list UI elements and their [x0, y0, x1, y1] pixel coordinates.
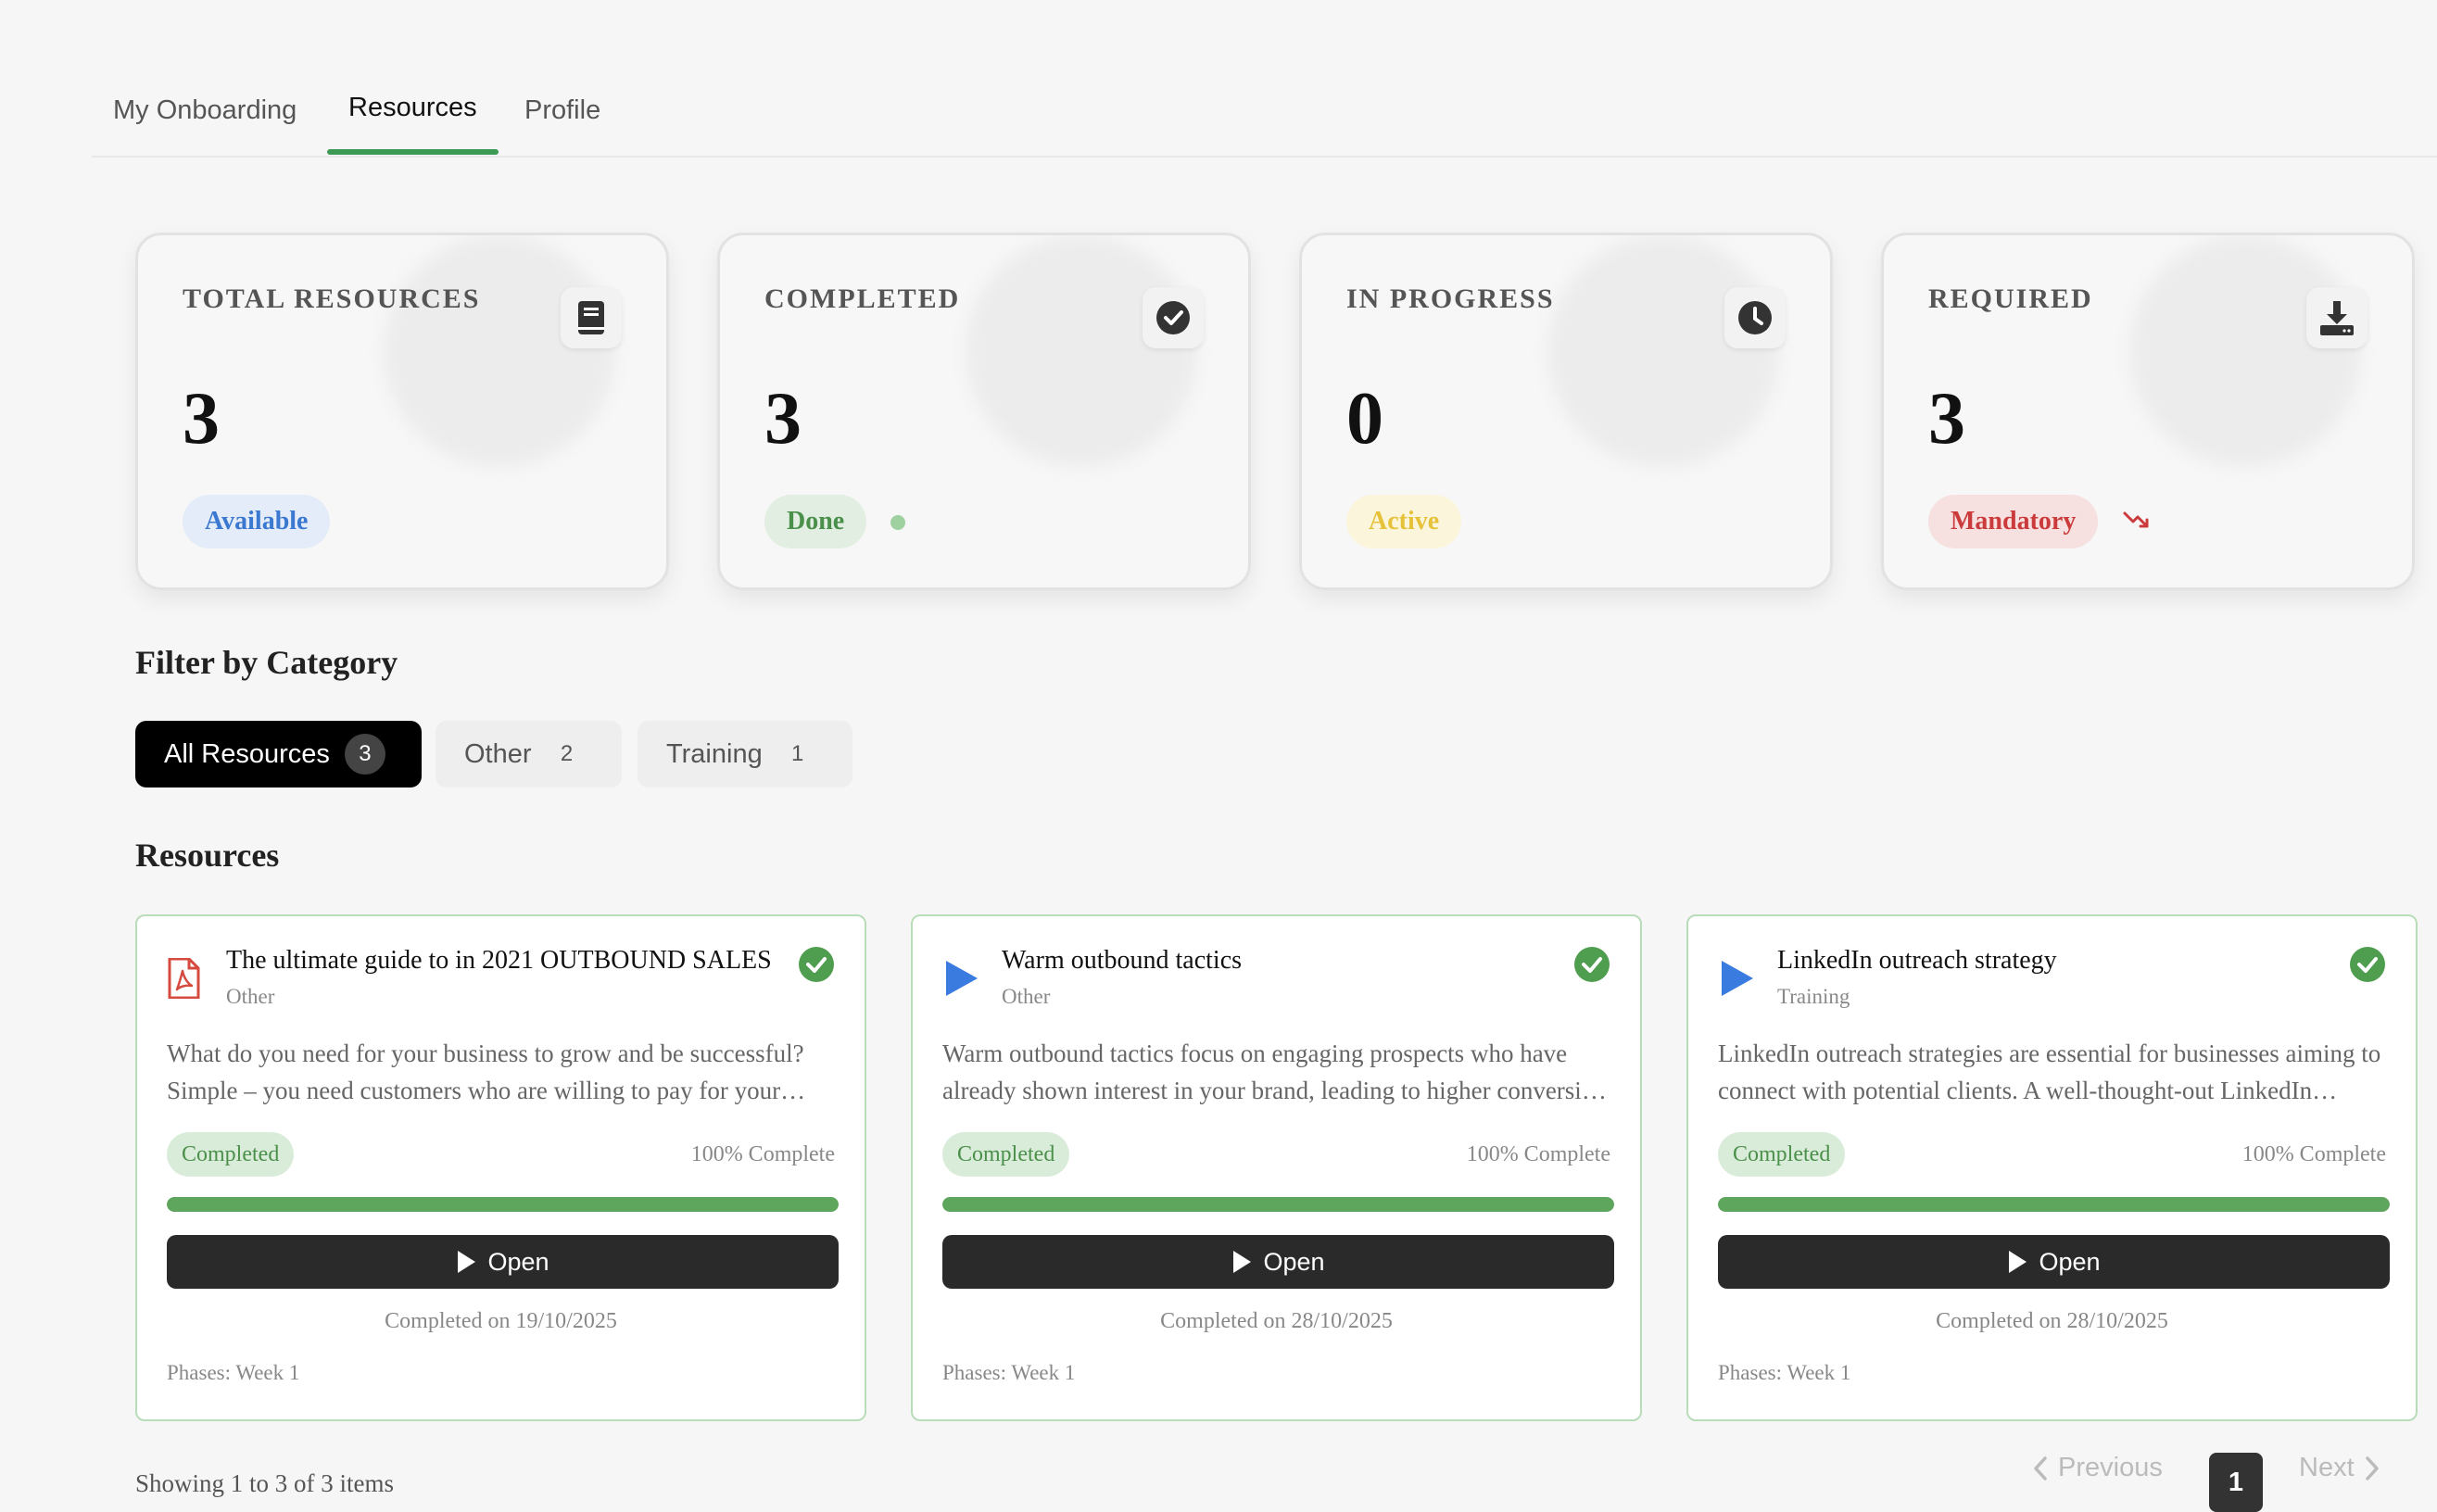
resource-phases: Phases: Week 1: [1718, 1361, 1851, 1384]
check-circle-icon: [2349, 946, 2386, 983]
check-circle-icon: [798, 946, 835, 983]
download-icon: [2306, 287, 2368, 348]
resource-phases: Phases: Week 1: [167, 1361, 300, 1384]
resource-card: The ultimate guide to in 2021 OUTBOUND S…: [135, 914, 866, 1421]
resource-description: LinkedIn outreach strategies are essenti…: [1718, 1040, 2381, 1104]
tab-bar: My Onboarding Resources Profile: [92, 82, 2437, 158]
stat-value: 3: [1928, 378, 1965, 460]
open-label: Open: [1263, 1247, 1325, 1276]
chip-count: 3: [344, 734, 385, 775]
progress-bar: [942, 1197, 1614, 1212]
chevron-right-icon: [2365, 1455, 2379, 1480]
chip-label: Training: [666, 738, 763, 769]
resource-category: Other: [1002, 985, 1051, 1008]
chip-label: All Resources: [164, 738, 330, 769]
progress-fill: [942, 1197, 1614, 1212]
pagination-summary: Showing 1 to 3 of 3 items: [135, 1469, 395, 1497]
clock-icon: [1724, 287, 1786, 348]
pdf-icon: [167, 957, 204, 1000]
chip-label: Other: [464, 738, 532, 769]
progress-fill: [167, 1197, 839, 1212]
status-badge: Completed: [167, 1132, 295, 1177]
book-icon: [561, 287, 622, 348]
status-dot-icon: [890, 515, 905, 530]
status-badge: Active: [1346, 495, 1462, 548]
tab-resources[interactable]: Resources: [327, 79, 499, 155]
chip-count: 1: [791, 741, 804, 766]
progress-fill: [1718, 1197, 2390, 1212]
status-badge: Completed: [942, 1132, 1070, 1177]
decorative-circle: [2129, 235, 2361, 467]
play-icon: [1233, 1251, 1252, 1273]
status-badge: Completed: [1718, 1132, 1846, 1177]
completed-date: Completed on 28/10/2025: [1936, 1309, 2168, 1333]
check-circle-icon: [1143, 287, 1204, 348]
decorative-circle: [384, 235, 615, 467]
chip-count: 2: [560, 741, 574, 766]
check-circle-icon: [1573, 946, 1610, 983]
stat-value: 3: [183, 378, 220, 460]
resource-category: Other: [226, 985, 275, 1008]
next-button[interactable]: Next: [2299, 1453, 2380, 1483]
video-play-icon: [942, 958, 979, 999]
open-button[interactable]: Open: [1718, 1235, 2390, 1289]
resource-title: The ultimate guide to in 2021 OUTBOUND S…: [226, 946, 772, 975]
resources-heading: Resources: [135, 837, 280, 874]
progress-label: 100% Complete: [690, 1142, 835, 1166]
video-play-icon: [1718, 958, 1755, 999]
status-badge: Available: [183, 495, 331, 548]
resource-description: What do you need for your business to gr…: [167, 1040, 804, 1104]
open-button[interactable]: Open: [167, 1235, 839, 1289]
open-label: Open: [487, 1247, 549, 1276]
resource-phases: Phases: Week 1: [942, 1361, 1076, 1384]
filter-chip-other[interactable]: Other 2: [436, 721, 622, 788]
decorative-circle: [1547, 235, 1779, 467]
stat-card-completed: COMPLETED 3 Done: [717, 233, 1251, 590]
filter-chip-training[interactable]: Training 1: [638, 721, 852, 788]
decorative-circle: [966, 235, 1197, 467]
resource-description: Warm outbound tactics focus on engaging …: [942, 1040, 1607, 1104]
play-icon: [458, 1251, 476, 1273]
stat-label: COMPLETED: [764, 284, 961, 314]
status-badge: Mandatory: [1928, 495, 2099, 548]
stat-label: IN PROGRESS: [1346, 284, 1555, 314]
completed-date: Completed on 19/10/2025: [385, 1309, 617, 1333]
resource-title: LinkedIn outreach strategy: [1777, 946, 2057, 975]
resource-card: Warm outbound tactics Other Warm outboun…: [911, 914, 1642, 1421]
chevron-left-icon: [2034, 1455, 2047, 1480]
status-badge: Done: [764, 495, 867, 548]
tab-my-onboarding[interactable]: My Onboarding: [113, 82, 297, 156]
stat-value: 3: [764, 378, 802, 460]
previous-label: Previous: [2058, 1453, 2163, 1482]
filter-chip-all-resources[interactable]: All Resources 3: [135, 721, 422, 788]
tab-profile[interactable]: Profile: [524, 82, 600, 156]
completed-date: Completed on 28/10/2025: [1160, 1309, 1393, 1333]
filter-heading: Filter by Category: [135, 644, 398, 681]
resource-card: LinkedIn outreach strategy Training Link…: [1686, 914, 2418, 1421]
next-label: Next: [2299, 1453, 2355, 1482]
stat-label: TOTAL RESOURCES: [183, 284, 481, 314]
previous-button[interactable]: Previous: [2032, 1453, 2163, 1483]
open-label: Open: [2039, 1247, 2101, 1276]
open-button[interactable]: Open: [942, 1235, 1614, 1289]
progress-label: 100% Complete: [1466, 1142, 1610, 1166]
stat-card-in-progress: IN PROGRESS 0 Active: [1299, 233, 1833, 590]
resource-category: Training: [1777, 985, 1850, 1008]
page-number-button[interactable]: 1: [2209, 1453, 2263, 1512]
stat-value: 0: [1346, 378, 1383, 460]
resource-title: Warm outbound tactics: [1002, 946, 1243, 975]
progress-bar: [1718, 1197, 2390, 1212]
stat-card-total-resources: TOTAL RESOURCES 3 Available: [135, 233, 669, 590]
play-icon: [2009, 1251, 2027, 1273]
stat-label: REQUIRED: [1928, 284, 2093, 314]
stat-card-required: REQUIRED 3 Mandatory: [1881, 233, 2415, 590]
trending-down-icon: [2123, 510, 2151, 536]
progress-label: 100% Complete: [2241, 1142, 2386, 1166]
progress-bar: [167, 1197, 839, 1212]
